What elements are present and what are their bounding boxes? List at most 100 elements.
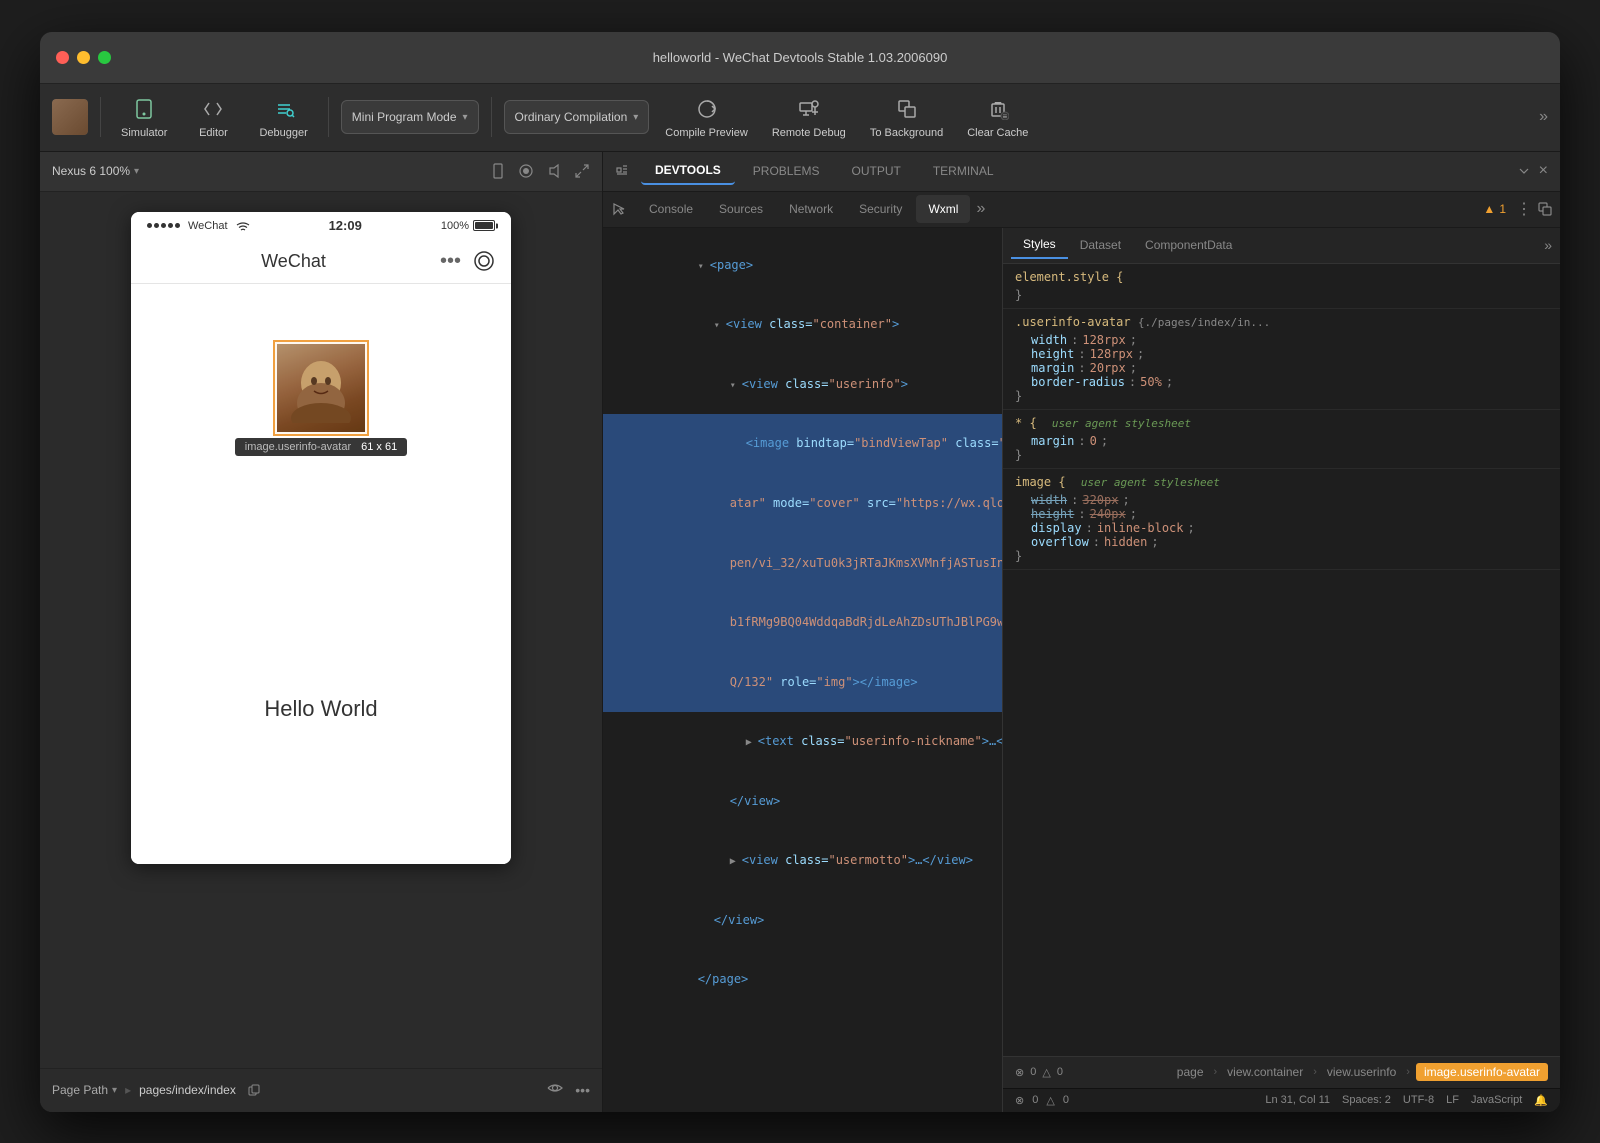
record-icon[interactable] <box>518 163 534 179</box>
close-panel-icon[interactable]: × <box>1539 162 1548 180</box>
breadcrumb-warning-count: 0 <box>1030 1066 1036 1078</box>
style-selector-star: * { user agent stylesheet <box>1015 416 1548 430</box>
dom-line-close-page[interactable]: </page> <box>603 950 1002 1010</box>
subtab-wxml[interactable]: Wxml <box>916 195 970 223</box>
bell-icon[interactable]: 🔔 <box>1534 1094 1548 1107</box>
traffic-lights <box>56 51 111 64</box>
breadcrumb-page[interactable]: page <box>1173 1063 1208 1081</box>
tab-terminal[interactable]: TERMINAL <box>919 157 1008 185</box>
more-icon[interactable]: » <box>1539 108 1548 126</box>
to-background-btn[interactable]: To Background <box>862 91 951 143</box>
phone-app-header: WeChat ••• <box>131 240 511 284</box>
tab-devtools[interactable]: DEVTOOLS <box>641 157 735 185</box>
attr-val-motto: "usermotto" <box>828 853 907 867</box>
fullscreen-icon[interactable] <box>574 163 590 179</box>
dom-line-image-selected[interactable]: <image bindtap="bindViewTap" class="user… <box>603 414 1002 474</box>
status-left: WeChat <box>147 220 250 232</box>
styles-tab-componentdata[interactable]: ComponentData <box>1133 231 1244 259</box>
prop-name-margin: margin <box>1031 361 1074 375</box>
subtab-sources[interactable]: Sources <box>707 195 775 223</box>
copy-path-icon[interactable] <box>248 1084 260 1096</box>
dom-line-image-cont[interactable]: atar" mode="cover" src="https://wx.qlogo… <box>603 474 1002 534</box>
prop-val-overflow: hidden <box>1104 535 1147 549</box>
path-separator: ▸ <box>125 1083 131 1097</box>
eye-icon[interactable] <box>547 1082 563 1098</box>
style-rule-star: * { user agent stylesheet margin : 0 ; } <box>1003 410 1560 469</box>
signal-dot-2 <box>154 223 159 228</box>
dom-line-close-view[interactable]: </view> <box>603 772 1002 832</box>
tab-problems[interactable]: PROBLEMS <box>739 157 834 185</box>
clear-cache-btn[interactable]: ≡ Clear Cache <box>959 91 1036 143</box>
tab-output[interactable]: OUTPUT <box>837 157 914 185</box>
editor-btn[interactable]: Editor <box>183 91 243 143</box>
attr-val-mode: "cover" <box>809 496 860 510</box>
more-subtabs-icon[interactable]: » <box>976 200 985 218</box>
maximize-button[interactable] <box>98 51 111 64</box>
tag-close-view: </view> <box>730 794 781 808</box>
subtab-network[interactable]: Network <box>777 195 845 223</box>
phone-rotate-icon[interactable] <box>490 163 506 179</box>
subtab-security[interactable]: Security <box>847 195 914 223</box>
page-path-label: Page Path <box>52 1083 108 1097</box>
page-path-btn[interactable]: Page Path ▾ <box>52 1083 117 1097</box>
more-options-icon[interactable]: ••• <box>575 1082 590 1098</box>
status-line-ending: LF <box>1446 1094 1459 1106</box>
styles-more-icon[interactable]: » <box>1544 237 1552 253</box>
dom-line-usermotto[interactable]: ▶ <view class="usermotto">…</view> <box>603 831 1002 891</box>
triangle-icon3: ▶ <box>730 856 742 867</box>
battery-icon <box>473 220 495 231</box>
tag-view-motto: <view <box>742 853 785 867</box>
prop-name-star-margin: margin <box>1031 434 1074 448</box>
subtab-console[interactable]: Console <box>637 195 705 223</box>
dom-line-image-cont4[interactable]: Q/132" role="img"></image> <box>603 652 1002 712</box>
device-name: Nexus 6 100% <box>52 164 130 178</box>
dom-line-image-cont2[interactable]: pen/vi_32/xuTu0k3jRTaJKmsXVMnfjASTusInO4… <box>603 533 1002 593</box>
more-dots-icon[interactable]: ••• <box>440 250 461 273</box>
close-button[interactable] <box>56 51 69 64</box>
minimize-button[interactable] <box>77 51 90 64</box>
prop-name-display: display <box>1031 521 1082 535</box>
status-error-icon: △ <box>1046 1094 1054 1107</box>
detach-icon[interactable] <box>1538 202 1552 216</box>
prop-val-img-height: 240px <box>1090 507 1126 521</box>
breadcrumb-container[interactable]: view.container <box>1223 1063 1307 1081</box>
audio-icon[interactable] <box>546 163 562 179</box>
attr-mode: mode= <box>766 496 809 510</box>
record-circle-icon[interactable] <box>473 250 495 272</box>
clear-cache-icon: ≡ <box>984 95 1012 123</box>
style-prop-width: width : 128rpx ; <box>1015 333 1548 347</box>
breadcrumb-sep-1: › <box>1214 1066 1218 1078</box>
prop-val-display: inline-block <box>1097 521 1184 535</box>
select-element-icon[interactable] <box>611 201 627 217</box>
styles-tab-dataset[interactable]: Dataset <box>1068 231 1133 259</box>
device-selector[interactable]: Nexus 6 100% ▾ <box>52 164 139 178</box>
prop-semi-2: ; <box>1137 347 1144 361</box>
remote-debug-btn[interactable]: Remote Debug <box>764 91 854 143</box>
breadcrumb-userinfo[interactable]: view.userinfo <box>1323 1063 1400 1081</box>
compilation-dropdown-btn[interactable]: Ordinary Compilation ▾ <box>504 100 650 134</box>
dom-line-container[interactable]: ▾ <view class="container"> <box>603 295 1002 355</box>
prop-val-width: 128rpx <box>1082 333 1125 347</box>
dom-line-userinfo[interactable]: ▾ <view class="userinfo"> <box>603 355 1002 415</box>
prop-val-border-radius: 50% <box>1140 375 1162 389</box>
dom-line-close-container[interactable]: </view> <box>603 891 1002 951</box>
mode-dropdown-btn[interactable]: Mini Program Mode ▾ <box>341 100 479 134</box>
simulator-btn[interactable]: Simulator <box>113 91 175 143</box>
dom-line-image-cont3[interactable]: b1fRMg9BQ04WddqaBdRjdLeAhZDsUThJBlPG9w6b… <box>603 593 1002 653</box>
styles-tab-styles[interactable]: Styles <box>1011 231 1068 259</box>
breadcrumb-avatar[interactable]: image.userinfo-avatar <box>1416 1063 1548 1081</box>
avatar-wrapper[interactable] <box>277 344 365 432</box>
more-options-icon-2[interactable]: ⋮ <box>1516 199 1532 219</box>
collapse-icon[interactable] <box>1517 164 1531 178</box>
tab-output-label: OUTPUT <box>851 164 900 178</box>
compile-preview-btn[interactable]: Compile Preview <box>657 91 756 143</box>
subtab-network-label: Network <box>789 202 833 216</box>
attr-class: class= <box>769 317 812 331</box>
dom-line-text[interactable]: ▶ <text class="userinfo-nickname">…</tex… <box>603 712 1002 772</box>
dom-line-page[interactable]: ▾ <page> <box>603 236 1002 296</box>
user-avatar[interactable] <box>52 99 88 135</box>
simulator-panel: Nexus 6 100% ▾ <box>40 152 603 1112</box>
debugger-btn[interactable]: Debugger <box>251 91 315 143</box>
tab-problems-label: PROBLEMS <box>753 164 820 178</box>
style-close-brace-2: } <box>1015 389 1548 403</box>
